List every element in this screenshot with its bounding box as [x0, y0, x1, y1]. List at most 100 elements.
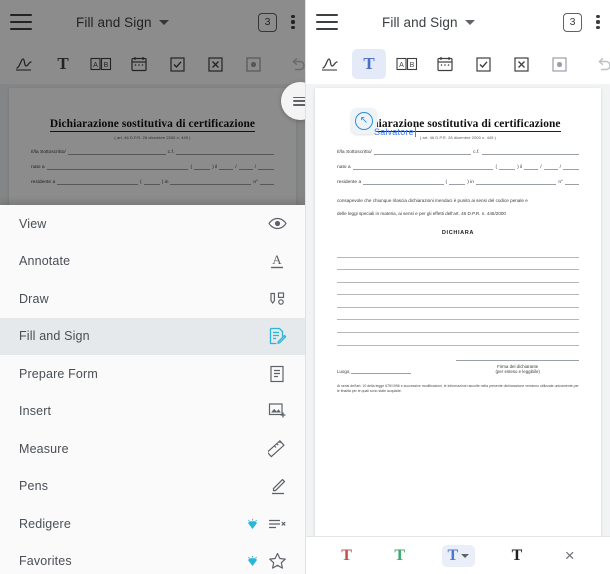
- signature-caption-2: (per esteso e leggibile): [495, 368, 540, 374]
- checkmark-tool[interactable]: [466, 49, 500, 79]
- menu-label-redigere: Redigere: [19, 516, 71, 531]
- sidebar-item-measure[interactable]: Measure: [0, 430, 305, 468]
- menu-label-favorites: Favorites: [19, 554, 72, 569]
- field-label-cf-right: c.f.: [473, 150, 480, 155]
- star-icon: [267, 551, 287, 571]
- fill-sign-icon: [267, 326, 287, 346]
- screenshot-root: Fill and Sign 3 T AB Dichiarazione sosti…: [0, 0, 610, 574]
- hamburger-icon[interactable]: [316, 14, 338, 30]
- text-annotation[interactable]: Salvatore: [374, 126, 417, 137]
- blank-line[interactable]: [337, 270, 579, 283]
- dot-tool[interactable]: [542, 49, 576, 79]
- document-blank-lines[interactable]: [337, 245, 579, 346]
- field-label-residente-right: residente a: [337, 180, 362, 185]
- draw-tools-icon: [267, 289, 287, 309]
- text-annotation-value: Salvatore: [374, 127, 414, 137]
- premium-gem-icon: [246, 518, 259, 530]
- field-label-sottoscritto-right: Il/la Sottoscritto/: [337, 150, 372, 155]
- mode-menu-sheet: View Annotate A Draw Fill and Sign Prepa…: [0, 205, 305, 574]
- text-color-black-glyph: T: [511, 546, 523, 564]
- blank-line[interactable]: [337, 258, 579, 271]
- app-bar-actions-right: 3: [563, 12, 600, 32]
- sidebar-item-insert[interactable]: Insert: [0, 393, 305, 431]
- sidebar-item-annotate[interactable]: Annotate A: [0, 243, 305, 281]
- svg-text:A: A: [272, 252, 282, 267]
- text-color-blue[interactable]: T: [441, 544, 476, 567]
- blank-line[interactable]: [337, 283, 579, 296]
- svg-text:B: B: [410, 62, 415, 69]
- insert-image-icon: [267, 401, 287, 421]
- eye-icon: [267, 214, 287, 234]
- sidebar-item-draw[interactable]: Draw: [0, 280, 305, 318]
- place-field[interactable]: Luogo,: [337, 360, 448, 374]
- right-document-area[interactable]: Dichiarazione sostitutiva di certificazi…: [306, 84, 610, 574]
- text-underline-icon: A: [267, 251, 287, 271]
- text-color-green-glyph: T: [394, 546, 406, 564]
- blank-line[interactable]: [337, 295, 579, 308]
- combo-text-tool[interactable]: AB: [390, 49, 424, 79]
- right-document-page[interactable]: Dichiarazione sostitutiva di certificazi…: [315, 88, 601, 574]
- kebab-menu-icon[interactable]: [596, 14, 600, 30]
- text-color-black[interactable]: T: [506, 545, 529, 567]
- document-paragraph-1: consapevole che chiunque rilascia dichia…: [337, 198, 528, 203]
- text-color-red-glyph: T: [341, 546, 352, 564]
- menu-label-draw: Draw: [19, 291, 49, 306]
- close-icon: ×: [564, 546, 575, 565]
- right-document-content: Dichiarazione sostitutiva di certificazi…: [337, 118, 580, 394]
- fab-hamburger-icon: [292, 96, 305, 106]
- svg-text:A: A: [399, 62, 404, 69]
- signature-block: Firma del dichiarante (per esteso e legg…: [456, 359, 579, 374]
- sidebar-item-pens[interactable]: Pens: [0, 468, 305, 506]
- document-paragraph-2: delle leggi speciali in materia, ai sens…: [337, 210, 506, 216]
- text-format-bar: T T T T ×: [306, 536, 610, 574]
- sidebar-item-prepare-form[interactable]: Prepare Form: [0, 355, 305, 393]
- sidebar-item-fill-and-sign[interactable]: Fill and Sign: [0, 317, 305, 355]
- app-title-right: Fill and Sign: [382, 14, 458, 30]
- signature-section: Luogo, Firma del dichiarante (per esteso…: [337, 359, 579, 374]
- blank-line[interactable]: [337, 245, 579, 258]
- ruler-icon: [267, 439, 287, 459]
- page-count-badge-right[interactable]: 3: [563, 12, 582, 32]
- document-dichiara-heading: DICHIARA: [441, 229, 475, 236]
- text-color-green[interactable]: T: [388, 545, 411, 567]
- place-label: Luogo,: [337, 368, 351, 374]
- field-label-numero-right: n°: [558, 180, 564, 185]
- text-color-red[interactable]: T: [335, 545, 358, 567]
- menu-label-fill-and-sign: Fill and Sign: [19, 329, 90, 344]
- cross-tool[interactable]: [504, 49, 538, 79]
- form-icon: [267, 364, 287, 384]
- text-color-blue-glyph: T: [447, 546, 459, 564]
- move-arrow-glyph: ↖: [355, 112, 373, 130]
- pen-icon: [267, 476, 287, 496]
- blank-line[interactable]: [337, 333, 579, 346]
- signature-tool[interactable]: [314, 49, 348, 79]
- mode-selector-right[interactable]: Fill and Sign: [382, 15, 475, 30]
- date-tool[interactable]: [428, 49, 462, 79]
- blank-line[interactable]: [337, 308, 579, 321]
- blank-line[interactable]: [337, 320, 579, 334]
- right-app-bar: Fill and Sign 3: [306, 0, 610, 44]
- chevron-down-icon: [464, 19, 475, 25]
- menu-label-annotate: Annotate: [19, 254, 71, 269]
- menu-label-pens: Pens: [19, 479, 49, 494]
- menu-label-measure: Measure: [19, 441, 69, 456]
- right-panel: Fill and Sign 3 T AB Dichiarazione sosti…: [305, 0, 610, 574]
- menu-label-insert: Insert: [19, 404, 52, 419]
- left-panel: Fill and Sign 3 T AB Dichiarazione sosti…: [0, 0, 305, 574]
- undo-tool[interactable]: [587, 49, 610, 79]
- chevron-down-icon: [461, 553, 470, 558]
- menu-label-prepare-form: Prepare Form: [19, 366, 98, 381]
- text-caret: [414, 126, 417, 137]
- redact-icon: [267, 514, 287, 534]
- menu-label-view: View: [19, 216, 47, 231]
- document-footnote: Ai sensi dell'art. 10 della legge 675/19…: [337, 383, 579, 394]
- close-format-bar[interactable]: ×: [559, 544, 581, 567]
- sidebar-item-redigere[interactable]: Redigere: [0, 505, 305, 543]
- sidebar-item-view[interactable]: View: [0, 205, 305, 243]
- sidebar-item-favorites[interactable]: Favorites: [0, 543, 305, 574]
- text-tool[interactable]: T: [352, 49, 386, 79]
- right-tool-bar: T AB: [306, 44, 610, 84]
- premium-gem-icon: [246, 555, 259, 567]
- field-label-natoa-right: nato a: [337, 165, 351, 170]
- signature-rule: [456, 359, 579, 361]
